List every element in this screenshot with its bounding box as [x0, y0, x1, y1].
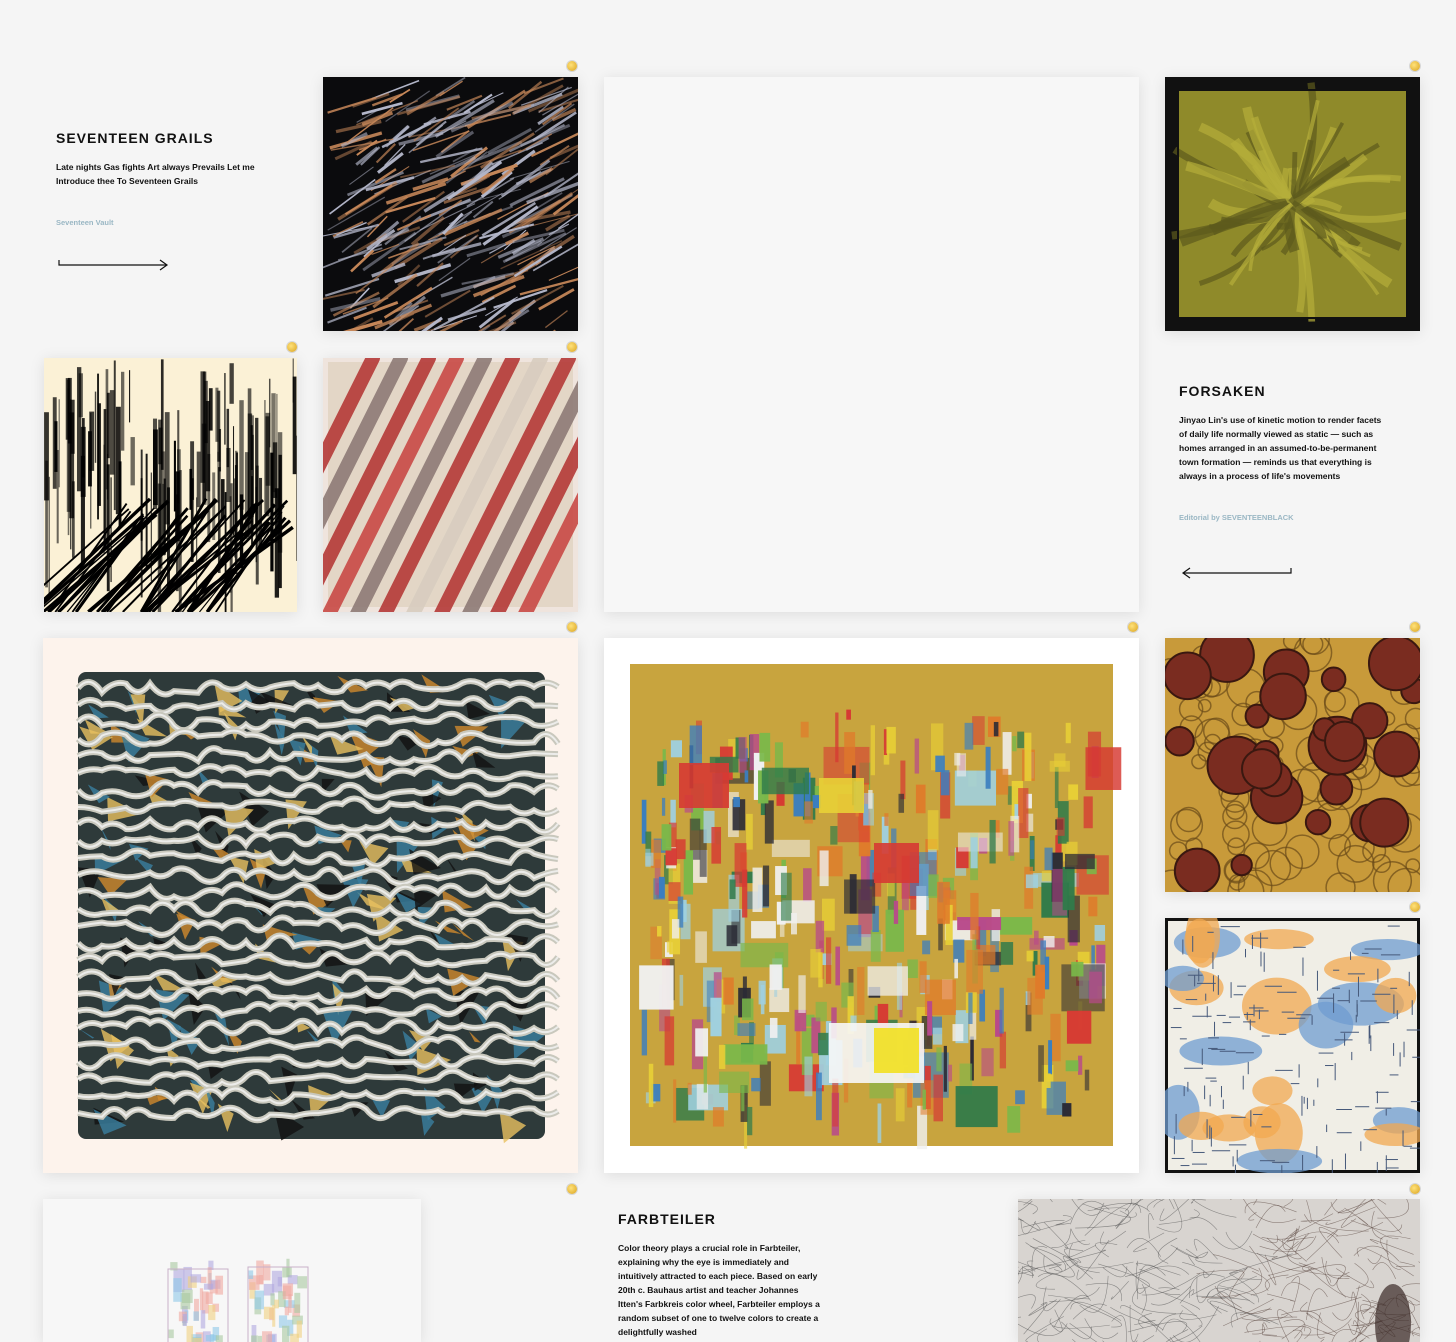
arrow-right-icon[interactable]	[56, 256, 172, 272]
owner-avatar-icon[interactable]	[567, 342, 577, 352]
collection-title: SEVENTEEN GRAILS	[56, 130, 214, 146]
owner-avatar-icon[interactable]	[567, 622, 577, 632]
artwork-grey-scribble-lines[interactable]	[1018, 1199, 1420, 1342]
collection-credit-link[interactable]: Seventeen Vault	[56, 218, 271, 227]
collection-seventeen-grails: SEVENTEEN GRAILS Late nights Gas fights …	[56, 130, 271, 227]
arrow-left-icon[interactable]	[1179, 564, 1295, 580]
artwork-placeholder-blank[interactable]	[604, 77, 1139, 612]
owner-avatar-icon[interactable]	[1128, 622, 1138, 632]
artwork-red-diagonal-tubes[interactable]	[323, 358, 578, 612]
artwork-blue-orange-maze[interactable]	[1165, 918, 1420, 1173]
collection-title: FARBTEILER	[618, 1211, 716, 1227]
collection-farbteiler: FARBTEILER Color theory plays a crucial …	[618, 1211, 823, 1339]
collection-description: Jinyao Lin's use of kinetic motion to re…	[1179, 415, 1382, 481]
owner-avatar-icon[interactable]	[567, 1184, 577, 1194]
artwork-brown-circles-gold[interactable]	[1165, 638, 1420, 892]
artwork-olive-leaf-pattern[interactable]	[1165, 77, 1420, 331]
artwork-black-barcode-city[interactable]	[44, 358, 297, 612]
artwork-farbteiler-color-blocks[interactable]	[604, 638, 1139, 1173]
owner-avatar-icon[interactable]	[1410, 902, 1420, 912]
owner-avatar-icon[interactable]	[1410, 61, 1420, 71]
owner-avatar-icon[interactable]	[287, 342, 297, 352]
collection-description: Late nights Gas fights Art always Prevai…	[56, 162, 255, 186]
artwork-pastel-stacked-blocks[interactable]	[43, 1199, 421, 1342]
collection-credit-link[interactable]: Editorial by SEVENTEENBLACK	[1179, 513, 1389, 522]
collection-description: Color theory plays a crucial role in Far…	[618, 1243, 820, 1337]
artwork-dark-feather-streaks[interactable]	[323, 77, 578, 331]
collection-title: FORSAKEN	[1179, 383, 1266, 399]
owner-avatar-icon[interactable]	[1410, 622, 1420, 632]
owner-avatar-icon[interactable]	[1410, 1184, 1420, 1194]
artwork-wavy-maze-pattern[interactable]	[43, 638, 578, 1173]
collection-forsaken: FORSAKEN Jinyao Lin's use of kinetic mot…	[1179, 383, 1389, 522]
owner-avatar-icon[interactable]	[567, 61, 577, 71]
gallery-page: { "collections": [ { "title": "SEVENTEEN…	[0, 0, 1456, 1342]
